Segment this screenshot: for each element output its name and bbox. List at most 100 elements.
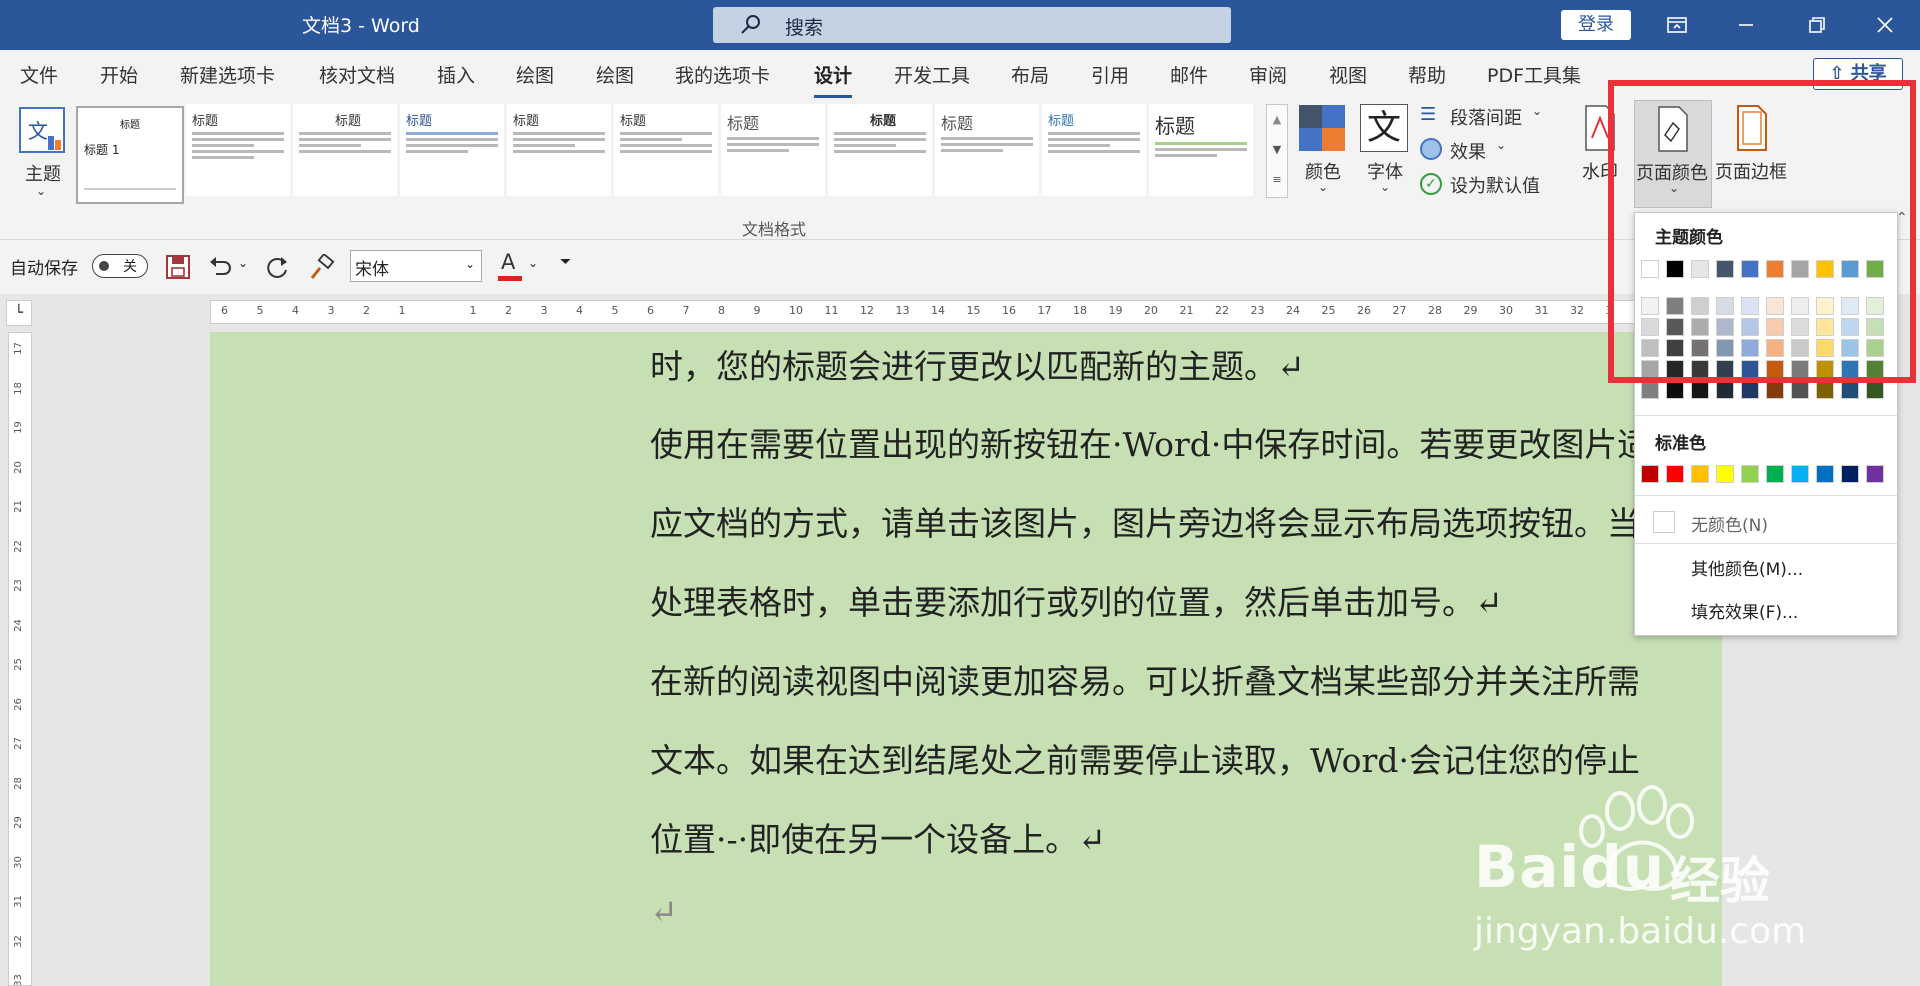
ruler-tick-label: 31 (12, 895, 24, 908)
ruler-tick-label: 33 (12, 974, 24, 986)
style-set-4[interactable]: 标题 (507, 104, 611, 196)
theme-shade-swatch[interactable] (1641, 381, 1659, 399)
tab-developer[interactable]: 开发工具 (894, 61, 970, 88)
format-painter-icon[interactable] (308, 254, 336, 282)
tab-references[interactable]: 引用 (1091, 61, 1129, 88)
style-set-6[interactable]: 标题 (721, 104, 825, 196)
colors-icon (1299, 105, 1345, 151)
fonts-button[interactable]: 文 字体 ⌄ (1360, 104, 1412, 204)
tab-file[interactable]: 文件 (20, 61, 58, 88)
theme-shade-swatch[interactable] (1791, 381, 1809, 399)
standard-color-swatch[interactable] (1716, 465, 1734, 483)
tab-draw-2[interactable]: 绘图 (596, 61, 634, 88)
restore-icon (1809, 17, 1825, 33)
theme-shade-swatch[interactable] (1716, 381, 1734, 399)
paragraph-line[interactable]: 应文档的方式，请单击该图片，图片旁边将会显示布局选项按钮。当 (650, 497, 1640, 545)
close-icon (1877, 17, 1893, 33)
tab-selector-icon[interactable]: └ (6, 300, 32, 326)
style-set-9[interactable]: 标题 (1042, 104, 1146, 196)
tab-home[interactable]: 开始 (100, 61, 138, 88)
font-name-select[interactable]: 宋体 ⌄ (350, 250, 482, 282)
style-set-8[interactable]: 标题 (935, 104, 1039, 196)
search-box[interactable]: 搜索 (713, 7, 1231, 43)
customize-qat-icon[interactable]: ⏷ (560, 254, 571, 270)
style-set-1[interactable]: 标题 (186, 104, 290, 196)
minimize-icon (1739, 24, 1753, 26)
paragraph-line[interactable]: 位置·-·即使在另一个设备上。↵ (650, 813, 1106, 861)
paragraph-spacing-button[interactable]: ☰ 段落间距 ⌄ (1420, 104, 1550, 132)
themes-button[interactable]: 文 主题 ⌄ (18, 106, 68, 216)
tab-pdf-tools[interactable]: PDF工具集 (1487, 61, 1581, 88)
restore-button[interactable] (1797, 8, 1837, 42)
tab-design[interactable]: 设计 (814, 61, 853, 98)
redo-icon[interactable] (264, 254, 292, 282)
style-set-10[interactable]: 标题 (1149, 104, 1253, 196)
standard-color-swatch[interactable] (1766, 465, 1784, 483)
minimize-button[interactable] (1726, 8, 1766, 42)
fill-effects-item[interactable]: 填充效果(F)... (1691, 598, 1798, 623)
undo-dropdown-icon[interactable]: ⌄ (238, 256, 248, 270)
font-color-button[interactable]: A (498, 250, 522, 282)
paragraph-line[interactable]: 处理表格时，单击要添加行或列的位置，然后单击加号。↵ (650, 576, 1503, 624)
style-set-selected[interactable]: 标题 标题 1 (76, 106, 184, 204)
colors-button[interactable]: 颜色 ⌄ (1298, 104, 1350, 204)
save-icon[interactable] (165, 254, 191, 280)
tab-insert[interactable]: 插入 (437, 61, 475, 88)
no-color-item[interactable]: 无颜色(N) (1635, 505, 1897, 537)
style-set-5[interactable]: 标题 (614, 104, 718, 196)
standard-color-swatch[interactable] (1641, 465, 1659, 483)
standard-color-swatch[interactable] (1691, 465, 1709, 483)
tab-help[interactable]: 帮助 (1408, 61, 1446, 88)
ruler-tick-label: 3 (327, 304, 335, 317)
more-colors-item[interactable]: 其他颜色(M)... (1691, 555, 1803, 580)
tab-review[interactable]: 审阅 (1249, 61, 1287, 88)
gallery-scroll[interactable]: ▲ ▼ ≡ (1266, 104, 1288, 198)
standard-color-swatch[interactable] (1666, 465, 1684, 483)
paragraph-line[interactable]: 文本。如果在达到结尾处之前需要停止读取，Word·会记住您的停止 (650, 734, 1640, 782)
tab-proofread[interactable]: 核对文档 (319, 61, 395, 88)
theme-shade-swatch[interactable] (1666, 381, 1684, 399)
set-as-default-button[interactable]: ✓ 设为默认值 (1420, 172, 1550, 200)
standard-color-swatch[interactable] (1841, 465, 1859, 483)
standard-color-swatch[interactable] (1791, 465, 1809, 483)
paragraph-line[interactable]: 使用在需要位置出现的新按钮在·Word·中保存时间。若要更改图片适 (650, 418, 1650, 466)
document-page[interactable]: 时，您的标题会进行更改以匹配新的主题。↵ 使用在需要位置出现的新按钮在·Word… (210, 332, 1722, 986)
autosave-toggle[interactable]: 关 (92, 254, 148, 278)
theme-shade-swatch[interactable] (1691, 381, 1709, 399)
ruler-tick-label: 18 (12, 381, 24, 395)
paragraph-line[interactable]: 时，您的标题会进行更改以匹配新的主题。↵ (650, 340, 1305, 388)
close-button[interactable] (1865, 8, 1905, 42)
empty-paragraph-mark[interactable]: ↵ (650, 892, 678, 931)
ruler-tick-label: 22 (1215, 304, 1229, 317)
standard-color-swatch[interactable] (1866, 465, 1884, 483)
tab-view[interactable]: 视图 (1329, 61, 1367, 88)
style-set-2[interactable]: 标题 (293, 104, 397, 196)
font-color-dropdown-icon[interactable]: ⌄ (528, 256, 538, 270)
ruler-tick-label: 4 (292, 304, 299, 317)
tab-layout[interactable]: 布局 (1011, 61, 1049, 88)
undo-icon[interactable] (206, 254, 234, 280)
horizontal-ruler[interactable]: 6 5 4 3 2 1 1 2 3 4 5 6 7 8 9 10 11 12 13 14 15 16 17 18 19 20 21 2… (210, 300, 1690, 324)
tab-draw-1[interactable]: 绘图 (516, 61, 554, 88)
theme-shade-swatch[interactable] (1866, 381, 1884, 399)
paragraph-line[interactable]: 在新的阅读视图中阅读更加容易。可以折叠文档某些部分并关注所需 (650, 655, 1640, 703)
login-button[interactable]: 登录 (1561, 10, 1631, 40)
theme-shade-swatch[interactable] (1766, 381, 1784, 399)
theme-shade-swatch[interactable] (1741, 381, 1759, 399)
standard-color-swatch[interactable] (1741, 465, 1759, 483)
ruler-tick-label: 28 (1428, 304, 1442, 317)
theme-shade-swatch[interactable] (1816, 381, 1834, 399)
tab-new[interactable]: 新建选项卡 (180, 61, 275, 88)
theme-shade-swatch[interactable] (1841, 381, 1859, 399)
themes-icon: 文 (19, 107, 65, 153)
standard-color-swatch[interactable] (1816, 465, 1834, 483)
tab-mailings[interactable]: 邮件 (1170, 61, 1208, 88)
tab-my-tab[interactable]: 我的选项卡 (675, 61, 770, 88)
ruler-tick-label: 10 (789, 304, 803, 317)
ruler-tick-label: 26 (12, 697, 24, 711)
effects-button[interactable]: 效果 ⌄ (1420, 138, 1520, 166)
style-set-7[interactable]: 标题 (828, 104, 932, 196)
ribbon-display-options-button[interactable] (1657, 8, 1697, 42)
style-set-3[interactable]: 标题 (400, 104, 504, 196)
vertical-ruler[interactable]: 17 18 19 20 21 22 23 24 25 26 27 28 29 30 31 32 33 (8, 332, 32, 986)
